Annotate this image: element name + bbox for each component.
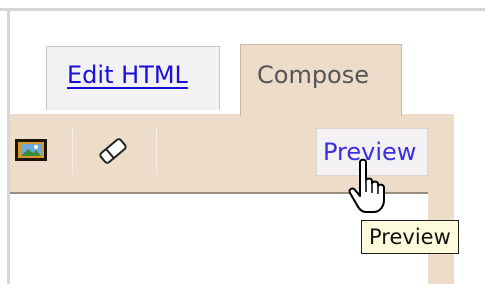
tab-edit-html-label[interactable]: Edit HTML <box>67 61 188 89</box>
hand-pointer-icon <box>346 158 392 216</box>
tab-compose[interactable]: Compose <box>240 44 402 116</box>
preview-tooltip: Preview <box>361 220 459 254</box>
insert-image-icon[interactable] <box>14 138 48 162</box>
window-top-border <box>0 8 485 11</box>
tab-compose-label: Compose <box>257 61 370 89</box>
toolbar-separator <box>72 128 73 174</box>
tab-edit-html[interactable]: Edit HTML <box>46 46 220 110</box>
toolbar-separator <box>156 128 157 174</box>
editor-window: Edit HTML Compose Preview Preview <box>0 0 485 284</box>
eraser-icon[interactable] <box>96 136 130 166</box>
